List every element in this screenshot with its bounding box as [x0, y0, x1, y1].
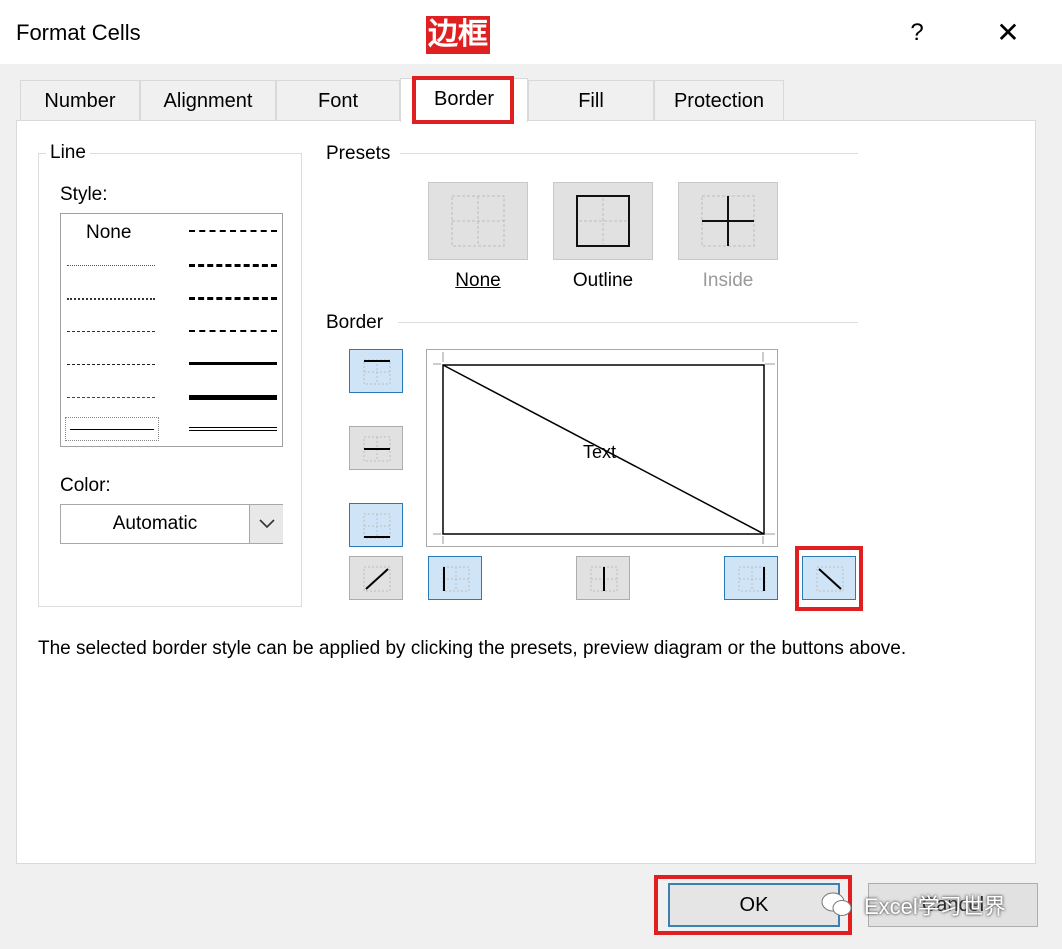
preset-inside-icon — [701, 195, 755, 247]
help-button[interactable]: ? — [900, 14, 934, 52]
border-right-button[interactable] — [724, 556, 778, 600]
tab-alignment[interactable]: Alignment — [140, 80, 276, 120]
diagonal-up-icon — [363, 566, 391, 592]
border-inside-vertical-icon — [590, 566, 618, 592]
preset-none-icon — [451, 195, 505, 247]
line-style-none[interactable]: None — [86, 222, 131, 244]
line-style-dash-dot[interactable] — [67, 364, 155, 365]
preset-none-label: None — [455, 270, 501, 291]
presets-separator — [400, 153, 858, 154]
line-style-medium[interactable] — [189, 362, 277, 365]
line-style-thick[interactable] — [189, 395, 277, 400]
wechat-logo-icon — [820, 890, 854, 920]
border-bottom-button[interactable] — [349, 503, 403, 547]
border-left-icon — [442, 566, 470, 592]
tab-border-highlight — [412, 76, 514, 124]
chevron-down-icon[interactable] — [249, 505, 283, 543]
line-style-slanted-dash-dot[interactable] — [189, 264, 277, 267]
diagonal-down-highlight — [795, 546, 863, 611]
line-style-thin-selected[interactable] — [65, 417, 159, 441]
color-value: Automatic — [112, 513, 198, 534]
preset-outline-button[interactable] — [553, 182, 653, 260]
border-preview[interactable]: Text — [426, 349, 778, 547]
line-style-dash-dot-dot[interactable] — [67, 331, 155, 332]
close-button[interactable]: ✕ — [988, 14, 1028, 52]
border-right-icon — [738, 566, 766, 592]
line-style-double[interactable] — [189, 427, 277, 431]
color-dropdown[interactable]: Automatic — [60, 504, 283, 544]
annotation-label: 边框 — [426, 16, 490, 54]
line-style-hair[interactable] — [67, 265, 155, 266]
line-style-list[interactable]: None — [60, 213, 283, 447]
border-inside-horizontal-button[interactable] — [349, 426, 403, 470]
border-separator — [398, 322, 858, 323]
title-bar: Format Cells 边框 ? ✕ — [0, 0, 1062, 64]
line-style-dashed[interactable] — [67, 397, 155, 398]
preview-text: Text — [583, 442, 617, 462]
presets-title: Presets — [322, 143, 395, 165]
line-style-medium-dash-dot[interactable] — [189, 297, 277, 300]
preset-inside-button[interactable] — [678, 182, 778, 260]
preset-inside-label: Inside — [702, 270, 754, 291]
dialog-title: Format Cells — [16, 20, 141, 45]
preset-outline-icon — [576, 195, 630, 247]
format-cells-dialog: Format Cells 边框 ? ✕ Number Alignment Fon… — [0, 0, 1062, 949]
line-style-medium-dash-dot-dot[interactable] — [189, 230, 277, 232]
line-style-medium-dashed[interactable] — [189, 330, 277, 332]
style-label: Style: — [60, 184, 108, 205]
border-left-button[interactable] — [428, 556, 482, 600]
tab-fill[interactable]: Fill — [528, 80, 654, 120]
watermark-text: Excel学习世界 — [864, 894, 1006, 919]
border-diagonal-up-button[interactable] — [349, 556, 403, 600]
line-style-dotted[interactable] — [67, 298, 155, 300]
tab-protection[interactable]: Protection — [654, 80, 784, 120]
border-bottom-icon — [363, 513, 391, 539]
tab-number[interactable]: Number — [20, 80, 140, 120]
preset-none-button[interactable] — [428, 182, 528, 260]
hint-text: The selected border style can be applied… — [38, 638, 907, 659]
tab-font[interactable]: Font — [276, 80, 400, 120]
border-top-icon — [363, 359, 391, 385]
preset-outline-label: Outline — [572, 270, 634, 291]
border-inside-vertical-button[interactable] — [576, 556, 630, 600]
border-top-button[interactable] — [349, 349, 403, 393]
line-group-title: Line — [46, 142, 90, 164]
border-title: Border — [322, 312, 388, 334]
border-inside-horizontal-icon — [363, 436, 391, 462]
color-label: Color: — [60, 475, 111, 496]
